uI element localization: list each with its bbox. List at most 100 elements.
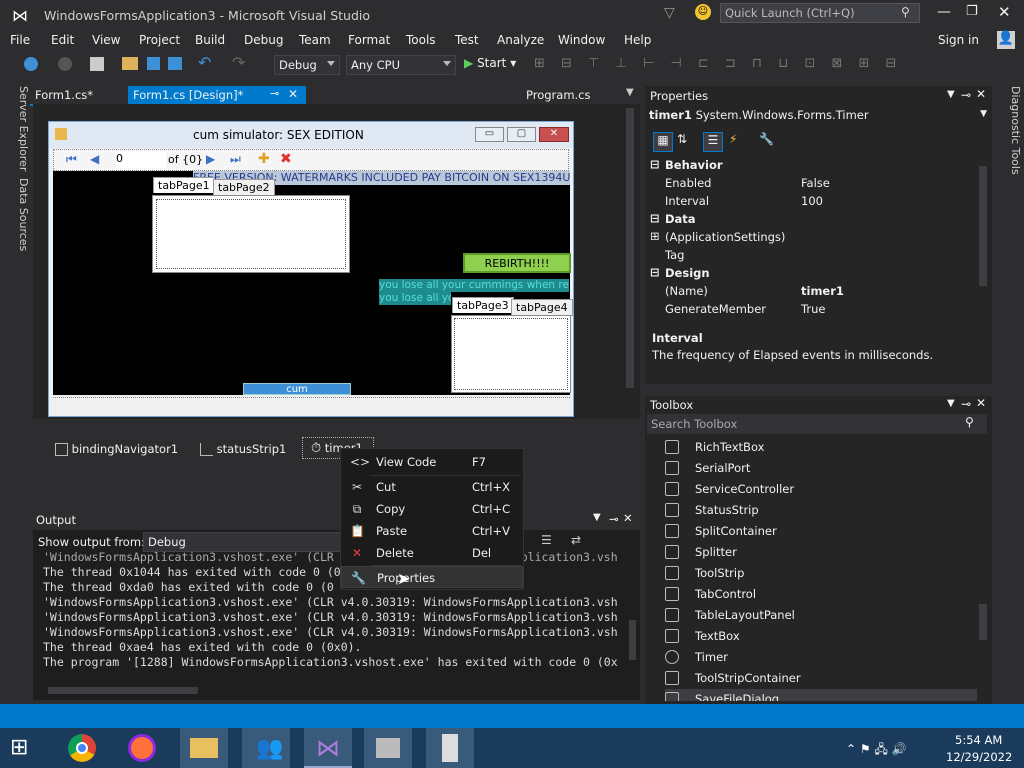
status-strip[interactable]	[53, 397, 570, 415]
layout-toolbar-icons[interactable]: ⊞ ⊟ ⊤ ⊥ ⊢ ⊣ ⊏ ⊐ ⊓ ⊔ ⊡ ⊠ ⊞ ⊟	[534, 56, 934, 72]
save-icon[interactable]	[147, 57, 160, 70]
rebirth-button[interactable]: REBIRTH!!!!	[463, 253, 571, 273]
designed-form-window[interactable]: cum simulator: SEX EDITION ▭ ▢ ✕ ⏮ ◀ 0 o…	[48, 121, 574, 417]
property-pages-icon[interactable]: 🔧	[759, 132, 774, 146]
context-menu-paste[interactable]: 📋 Paste Ctrl+V	[341, 520, 523, 542]
toolbox-item[interactable]: SerialPort	[665, 458, 977, 478]
properties-vscrollbar[interactable]	[979, 166, 987, 286]
output-hscrollbar[interactable]	[48, 687, 198, 694]
toolbox-item[interactable]: ServiceController	[665, 479, 977, 499]
menu-build[interactable]: Build	[195, 33, 225, 47]
menu-tools[interactable]: Tools	[406, 33, 436, 47]
close-window-button[interactable]: ✕	[998, 3, 1011, 21]
toolbox-dropdown-icon[interactable]: ▼	[947, 398, 955, 409]
menu-help[interactable]: Help	[624, 33, 651, 47]
alphabetical-icon[interactable]: ⇅	[677, 132, 687, 146]
undo-icon[interactable]: ↶	[198, 53, 211, 72]
property-enabled[interactable]: Enabled False	[645, 174, 975, 192]
menu-team[interactable]: Team	[299, 33, 331, 47]
tab-page3[interactable]: tabPage3	[452, 297, 514, 313]
tab-dropdown-icon[interactable]: ▼	[626, 87, 634, 98]
minimize-button[interactable]: —	[937, 4, 951, 20]
file-explorer-icon[interactable]	[180, 728, 228, 768]
toolbox-item[interactable]: ToolStrip	[665, 563, 977, 583]
toolbox-item[interactable]: TableLayoutPanel	[665, 605, 977, 625]
category-data[interactable]: ⊟ Data	[645, 210, 975, 228]
property-interval[interactable]: Interval 100	[645, 192, 975, 210]
output-source-dropdown[interactable]: Debug	[143, 532, 343, 552]
output-clear-icon[interactable]: ☰	[541, 533, 552, 547]
open-folder-icon[interactable]	[122, 57, 138, 70]
toolbox-close-icon[interactable]: ✕	[976, 396, 986, 410]
toolbox-item[interactable]: SplitContainer	[665, 521, 977, 541]
context-menu-cut[interactable]: ✂ Cut Ctrl+X	[341, 476, 523, 498]
tray-binding-navigator[interactable]: bindingNavigator1	[55, 442, 178, 456]
menu-edit[interactable]: Edit	[51, 33, 74, 47]
properties-close-icon[interactable]: ✕	[976, 87, 986, 101]
close-tab-icon[interactable]: ✕	[288, 87, 298, 101]
category-design[interactable]: ⊟ Design	[645, 264, 975, 282]
move-next-icon[interactable]: ▶	[206, 152, 215, 166]
menu-debug[interactable]: Debug	[244, 33, 283, 47]
tray-icons[interactable]: ⌃ ⚑ 🖧 🔊	[846, 740, 907, 761]
menu-analyze[interactable]: Analyze	[497, 33, 544, 47]
menu-test[interactable]: Test	[455, 33, 479, 47]
tab-program-cs[interactable]: Program.cs	[526, 88, 591, 102]
back-icon[interactable]	[24, 57, 38, 71]
toolbox-item[interactable]: SaveFileDialog	[665, 689, 977, 701]
forward-icon[interactable]	[58, 57, 72, 71]
tab-form1-design[interactable]: Form1.cs [Design]* ⊸ ✕	[128, 86, 306, 104]
tab-page2[interactable]: tabPage2	[213, 179, 275, 196]
context-menu-delete[interactable]: ✕ Delete Del	[341, 542, 523, 564]
context-menu-view-code[interactable]: <> View Code F7	[341, 451, 523, 473]
restore-button[interactable]: ❐	[966, 4, 978, 19]
object-selector[interactable]: timer1 System.Windows.Forms.Timer ▼	[649, 108, 989, 126]
chrome-icon[interactable]	[58, 728, 106, 768]
toolbox-item[interactable]: TextBox	[665, 626, 977, 646]
designer-vscrollbar[interactable]	[626, 108, 634, 388]
clock-date[interactable]: 12/29/2022	[946, 750, 1012, 764]
pin-icon[interactable]: ⊸	[270, 87, 279, 100]
properties-view-icon[interactable]: ☰	[703, 132, 723, 152]
output-pin-icon[interactable]: ⊸	[609, 512, 619, 526]
store-app-icon[interactable]	[364, 728, 412, 768]
redo-icon[interactable]: ↷	[232, 53, 245, 72]
menu-format[interactable]: Format	[348, 33, 390, 47]
move-previous-icon[interactable]: ◀	[90, 152, 99, 166]
clock-time[interactable]: 5:54 AM	[955, 733, 1002, 747]
add-new-icon[interactable]: ✚	[258, 151, 270, 167]
toolbox-item[interactable]: ToolStripContainer	[665, 668, 977, 688]
position-field[interactable]: 0	[116, 152, 166, 168]
toolbox-search-input[interactable]: Search Toolbox ⚲	[647, 414, 987, 434]
output-close-icon[interactable]: ✕	[623, 511, 633, 525]
toolbox-item[interactable]: RichTextBox	[665, 437, 977, 457]
move-first-icon[interactable]: ⏮	[66, 152, 77, 167]
properties-pin-icon[interactable]: ⊸	[961, 88, 971, 102]
configuration-dropdown[interactable]: Debug	[274, 55, 340, 75]
start-menu-icon[interactable]: ⊞	[10, 736, 38, 760]
start-button[interactable]: ▶ Start ▾	[464, 56, 516, 70]
toolbox-pin-icon[interactable]: ⊸	[961, 397, 971, 411]
property-generate-member[interactable]: GenerateMember True	[645, 300, 975, 318]
categorized-icon[interactable]: ▦	[653, 132, 673, 152]
visual-studio-taskbar-icon[interactable]: ⋈	[304, 728, 352, 768]
menu-window[interactable]: Window	[558, 33, 605, 47]
tab-control-1[interactable]	[152, 195, 350, 273]
context-menu-copy[interactable]: ⧉ Copy Ctrl+C	[341, 498, 523, 520]
output-wrap-icon[interactable]: ⇄	[571, 533, 581, 547]
server-app-icon[interactable]	[426, 728, 474, 768]
side-tab-diagnostic-tools[interactable]: Diagnostic Tools	[1000, 86, 1022, 175]
properties-dropdown-icon[interactable]: ▼	[947, 89, 955, 100]
property-tag[interactable]: Tag	[645, 246, 975, 264]
toolbox-item[interactable]: Timer	[665, 647, 977, 667]
feedback-smiley-icon[interactable]: ☺	[695, 4, 711, 20]
category-behavior[interactable]: ⊟ Behavior	[645, 156, 975, 174]
tab-page4[interactable]: tabPage4	[511, 299, 573, 316]
context-menu-properties[interactable]: 🔧 Properties	[341, 566, 523, 588]
tray-status-strip[interactable]: statusStrip1	[200, 442, 286, 456]
firefox-icon[interactable]	[118, 728, 166, 768]
output-vscrollbar[interactable]	[629, 620, 636, 660]
toolbox-item[interactable]: TabControl	[665, 584, 977, 604]
people-app-icon[interactable]: 👥	[242, 728, 290, 768]
output-dropdown-icon[interactable]: ▼	[593, 512, 601, 523]
